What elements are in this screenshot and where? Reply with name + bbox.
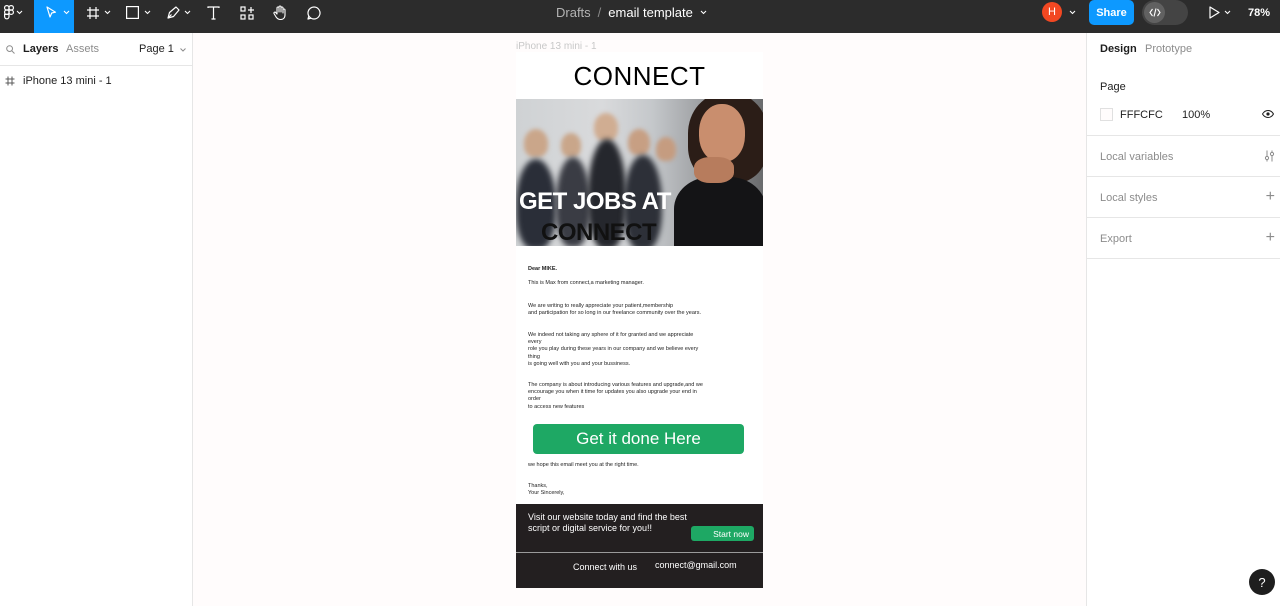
left-panel-tabs: Layers Assets Page 1 — [0, 33, 193, 66]
page-color-value[interactable]: FFFCFC — [1120, 109, 1163, 121]
dev-mode-toggle[interactable] — [1142, 0, 1188, 25]
chevron-down-icon[interactable] — [184, 0, 191, 25]
file-name[interactable]: email template — [608, 5, 693, 20]
resources-icon[interactable] — [239, 0, 255, 25]
page-section: Page — [1087, 66, 1280, 136]
layer-name: iPhone 13 mini - 1 — [23, 75, 112, 87]
email-title: CONNECT — [573, 61, 706, 91]
email-signoff: Thanks, Your Sincerely, — [528, 483, 565, 497]
tab-layers[interactable]: Layers — [23, 43, 58, 55]
breadcrumb-separator: / — [597, 5, 602, 20]
export-section[interactable]: Export + — [1087, 218, 1280, 259]
frame-icon — [5, 76, 15, 86]
hero-person-hands — [694, 157, 734, 183]
figma-menu-icon[interactable] — [1, 0, 17, 25]
tab-design[interactable]: Design — [1100, 43, 1137, 55]
email-paragraph: The company is about introducing various… — [528, 382, 703, 410]
pen-tool-icon[interactable] — [165, 0, 181, 25]
cta-button[interactable]: Get it done Here — [533, 424, 744, 454]
local-styles-section[interactable]: Local styles + — [1087, 177, 1280, 218]
hero-person — [656, 137, 676, 161]
chevron-down-icon[interactable] — [1224, 0, 1231, 25]
comment-tool-icon[interactable] — [306, 0, 322, 25]
right-panel-tabs: Design Prototype — [1087, 33, 1280, 66]
zoom-level[interactable]: 78% — [1248, 0, 1270, 25]
footer-divider — [516, 552, 763, 553]
hero-person-face — [699, 104, 745, 162]
hero-headline: GET JOBS AT CONNECT — [516, 186, 763, 246]
hand-tool-icon[interactable] — [272, 0, 288, 25]
chevron-down-icon[interactable] — [144, 0, 151, 25]
hero-person — [524, 129, 548, 157]
help-button[interactable]: ? — [1249, 569, 1275, 595]
breadcrumb-drafts[interactable]: Drafts — [556, 5, 591, 20]
connect-with-label: Connect with us — [573, 562, 638, 572]
footer-email[interactable]: connect@gmail.com — [655, 560, 737, 570]
present-play-icon[interactable] — [1207, 0, 1221, 25]
page-section-title: Page — [1100, 81, 1126, 93]
page-color-swatch[interactable] — [1100, 108, 1113, 121]
right-panel: Design Prototype Page FFFCFC 100% Local … — [1086, 33, 1280, 606]
local-styles-title: Local styles — [1100, 192, 1158, 204]
top-toolbar: Drafts / email template H Share 78% — [0, 0, 1280, 33]
chevron-down-icon[interactable] — [700, 10, 707, 15]
chevron-down-icon[interactable] — [63, 0, 70, 25]
email-footer: Visit our website today and find the bes… — [516, 504, 763, 588]
local-variables-section[interactable]: Local variables — [1087, 136, 1280, 177]
add-style-icon[interactable]: + — [1266, 189, 1275, 205]
text-tool-icon[interactable] — [205, 0, 221, 25]
hero-person — [628, 129, 650, 155]
move-cursor-icon — [44, 0, 58, 25]
rectangle-tool-icon[interactable] — [124, 0, 140, 25]
variables-adjust-icon[interactable] — [1264, 150, 1275, 162]
footer-text: Visit our website today and find the bes… — [528, 512, 687, 533]
export-title: Export — [1100, 233, 1132, 245]
share-button[interactable]: Share — [1089, 0, 1134, 25]
hero-image: GET JOBS AT CONNECT — [516, 99, 763, 246]
search-icon[interactable] — [6, 45, 15, 54]
email-frame[interactable]: CONNECT GET JOBS AT CONNECT Dear MIKE. T… — [516, 52, 763, 588]
code-icon — [1144, 2, 1165, 23]
email-paragraph: We are writing to really appreciate your… — [528, 303, 702, 317]
email-greeting: Dear MIKE. — [528, 266, 558, 272]
chevron-down-icon[interactable] — [16, 0, 23, 25]
frame-label[interactable]: iPhone 13 mini - 1 — [516, 41, 597, 52]
local-variables-title: Local variables — [1100, 151, 1174, 163]
breadcrumb: Drafts / email template — [556, 0, 707, 25]
email-intro: This is Max from connect,a marketing man… — [528, 280, 644, 286]
eye-icon[interactable] — [1262, 110, 1274, 118]
tab-prototype[interactable]: Prototype — [1145, 43, 1192, 55]
left-panel: Layers Assets Page 1 iPhone 13 mini - 1 — [0, 33, 193, 606]
start-now-button[interactable]: Start now — [691, 526, 754, 541]
avatar[interactable]: H — [1042, 2, 1062, 22]
frame-tool-icon[interactable] — [85, 0, 101, 25]
hero-headline-line1: GET JOBS AT — [519, 188, 671, 215]
chevron-down-icon[interactable] — [104, 0, 111, 25]
page-selector[interactable]: Page 1 — [139, 43, 186, 55]
page-selector-label: Page 1 — [139, 43, 174, 55]
chevron-down-icon[interactable] — [1069, 0, 1076, 25]
add-export-icon[interactable]: + — [1266, 230, 1275, 246]
tab-assets[interactable]: Assets — [66, 43, 99, 55]
layer-row[interactable]: iPhone 13 mini - 1 — [0, 71, 193, 91]
page-opacity-value[interactable]: 100% — [1182, 109, 1210, 121]
email-paragraph: We indeed not taking any sphere of it fo… — [528, 332, 699, 367]
hero-person — [594, 113, 618, 141]
hero-person — [561, 133, 581, 157]
email-closing: we hope this email meet you at the right… — [528, 462, 639, 468]
hero-headline-line2: CONNECT — [541, 219, 657, 246]
chevron-down-icon — [180, 43, 186, 55]
